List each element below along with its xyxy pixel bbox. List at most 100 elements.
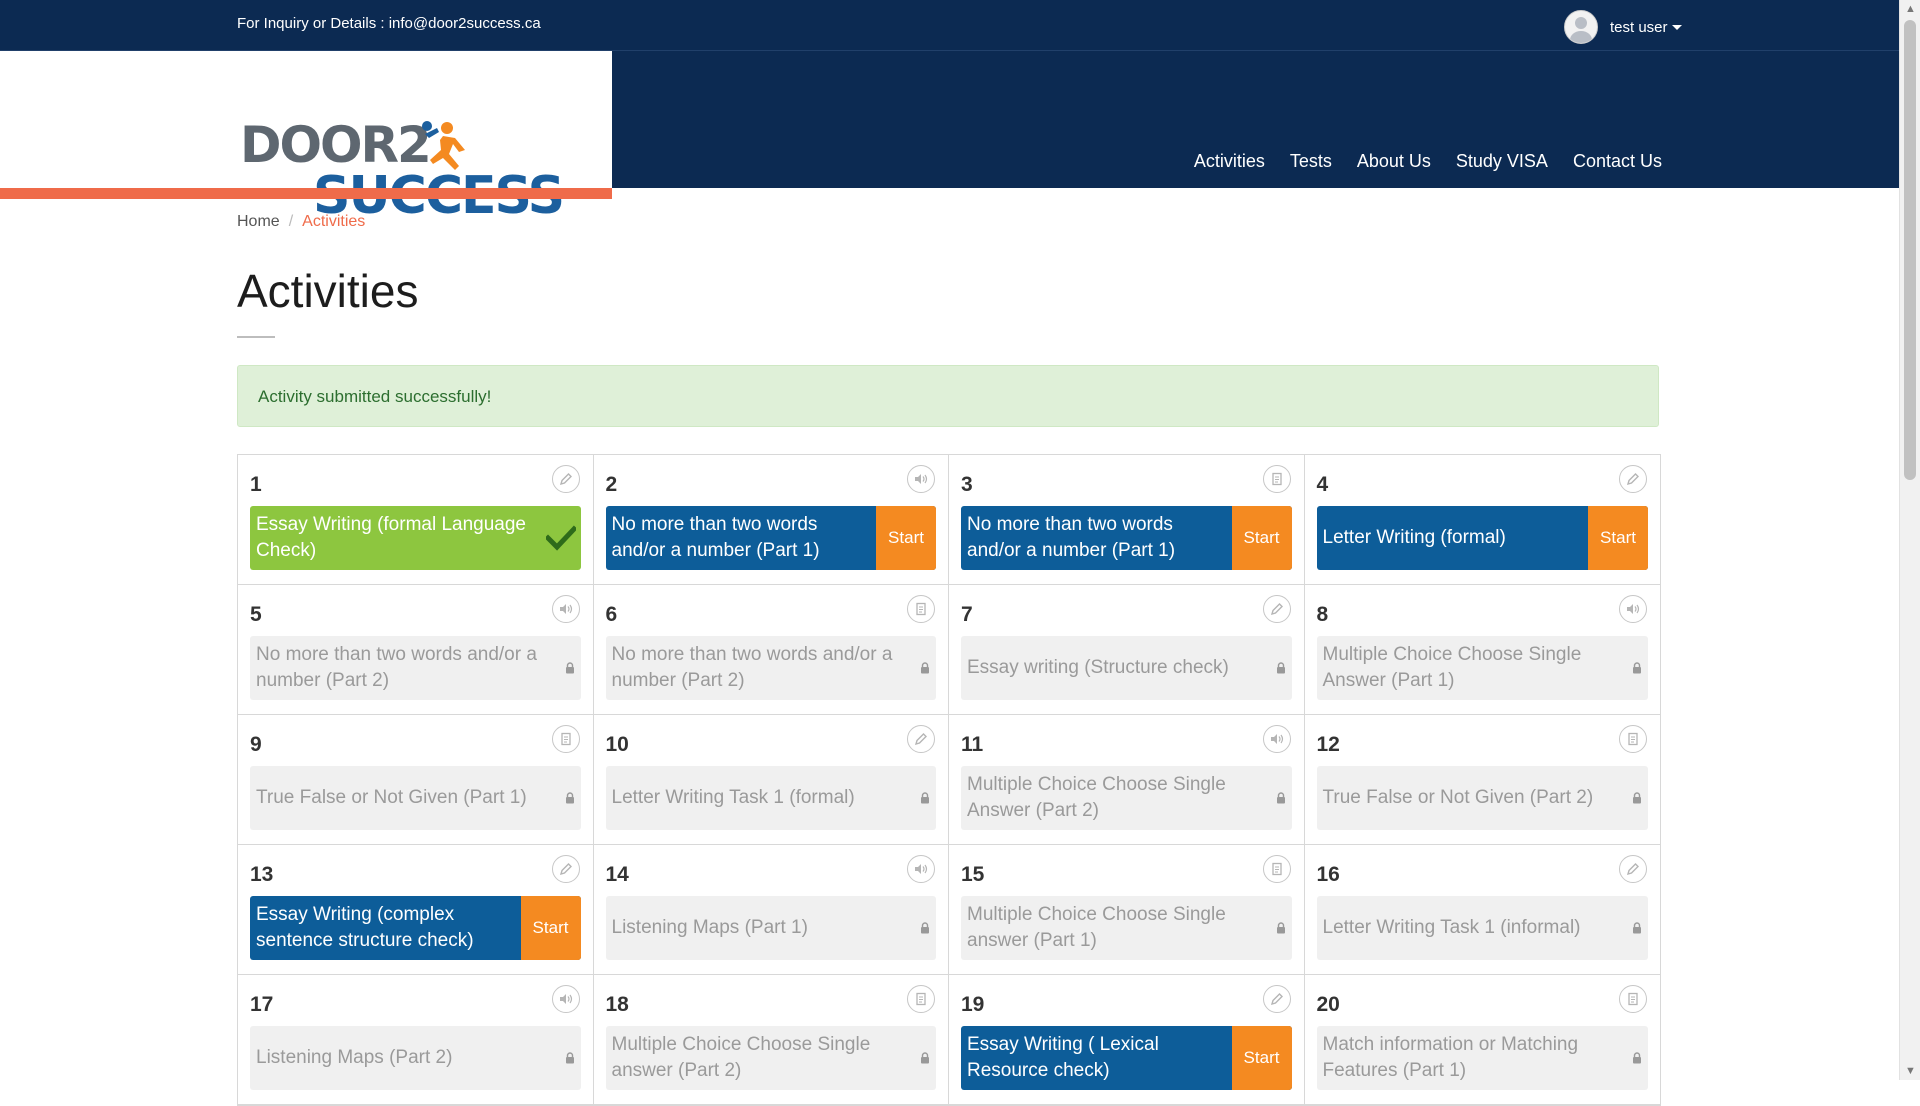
activity-title: Essay Writing ( Lexical Resource check) <box>967 1034 1159 1081</box>
activity-title: Letter Writing Task 1 (informal) <box>1322 917 1581 938</box>
main-nav: Activities Tests About Us Study VISA Con… <box>1169 151 1662 172</box>
activity-card[interactable]: Essay Writing ( Lexical Resource check) S… <box>961 1026 1292 1090</box>
scrollbar-thumb[interactable] <box>1904 20 1916 480</box>
activity-cell: 13 Essay Writing (complex sentence struct… <box>238 845 594 975</box>
lock-icon <box>914 922 936 934</box>
lock-icon <box>1626 922 1648 934</box>
lock-icon <box>914 1052 936 1064</box>
speaker-icon <box>551 985 580 1013</box>
activity-cell: 3 No more than two words and/or a number … <box>949 455 1305 585</box>
activity-number: 18 <box>605 993 629 1016</box>
activity-card[interactable]: Essay Writing (formal Language Check) <box>250 506 581 570</box>
activity-title: Letter Writing (formal) <box>1322 527 1506 548</box>
activity-cell: 20 Match information or Matching Features… <box>1304 975 1660 1105</box>
activity-card: True False or Not Given (Part 1) <box>250 766 581 830</box>
activity-cell: 15 Multiple Choice Choose Single answer (… <box>949 845 1305 975</box>
scroll-down-icon[interactable]: ▼ <box>1905 1065 1916 1077</box>
pencil-icon <box>551 855 580 883</box>
page-title: Activities <box>237 265 419 317</box>
user-menu[interactable]: test user <box>1564 10 1682 44</box>
activity-cell: 6 No more than two words and/or a number … <box>593 585 949 715</box>
activity-title: Multiple Choice Choose Single Answer (Pa… <box>967 774 1226 821</box>
nav-contact-us[interactable]: Contact Us <box>1573 151 1662 172</box>
scrollbar[interactable]: ▲ ▼ <box>1899 0 1920 1080</box>
activity-cell: 7 Essay writing (Structure check) <box>949 585 1305 715</box>
activity-card: No more than two words and/or a number (… <box>250 636 581 700</box>
activity-card[interactable]: No more than two words and/or a number (… <box>605 506 936 570</box>
activity-title: Multiple Choice Choose Single answer (Pa… <box>611 1034 871 1081</box>
nav-study-visa[interactable]: Study VISA <box>1456 151 1548 172</box>
pencil-icon <box>1619 855 1647 883</box>
activity-card: Letter Writing Task 1 (informal) <box>1316 896 1648 960</box>
speaker-icon <box>907 855 935 883</box>
start-button[interactable]: Start <box>1588 506 1648 570</box>
logo[interactable]: DOOR2 SUCCESS <box>240 116 570 226</box>
activity-card: No more than two words and/or a number (… <box>605 636 936 700</box>
activity-number: 15 <box>961 863 985 886</box>
activity-cell: 4 Letter Writing (formal) Start <box>1304 455 1660 585</box>
activity-number: 4 <box>1316 473 1329 496</box>
lock-icon <box>1270 922 1292 934</box>
lock-icon <box>1626 792 1648 804</box>
activity-card: Multiple Choice Choose Single answer (Pa… <box>605 1026 936 1090</box>
nav-activities[interactable]: Activities <box>1194 151 1265 172</box>
document-icon <box>1619 725 1647 753</box>
activity-number: 17 <box>250 993 274 1016</box>
activity-title: No more than two words and/or a number (… <box>256 644 537 691</box>
activity-card: Letter Writing Task 1 (formal) <box>605 766 936 830</box>
inquiry-text: For Inquiry or Details : info@door2succe… <box>237 15 541 32</box>
activity-title: Multiple Choice Choose Single answer (Pa… <box>967 904 1226 951</box>
activity-card: Multiple Choice Choose Single answer (Pa… <box>961 896 1292 960</box>
pencil-icon <box>1262 595 1291 623</box>
document-icon <box>1262 465 1291 493</box>
speaker-icon <box>1619 595 1647 623</box>
nav-about-us[interactable]: About Us <box>1357 151 1431 172</box>
scroll-up-icon[interactable]: ▲ <box>1905 3 1916 15</box>
document-icon <box>907 985 935 1013</box>
breadcrumb-home[interactable]: Home <box>237 213 280 230</box>
document-icon <box>551 725 580 753</box>
start-button[interactable]: Start <box>520 896 581 960</box>
activity-card: Match information or Matching Features (… <box>1316 1026 1648 1090</box>
activity-cell: 16 Letter Writing Task 1 (informal) <box>1304 845 1660 975</box>
activity-card: Essay writing (Structure check) <box>961 636 1292 700</box>
top-bar: For Inquiry or Details : info@door2succe… <box>0 0 1900 51</box>
activity-number: 9 <box>250 733 262 756</box>
user-name: test user <box>1610 18 1668 36</box>
activity-number: 3 <box>961 473 973 496</box>
activity-cell: 11 Multiple Choice Choose Single Answer (… <box>949 715 1305 845</box>
title-underline <box>237 336 275 338</box>
checkmark-icon <box>541 525 581 551</box>
activity-card[interactable]: Essay Writing (complex sentence structur… <box>250 896 581 960</box>
caret-down-icon <box>1671 24 1682 30</box>
activity-cell: 12 True False or Not Given (Part 2) <box>1304 715 1660 845</box>
activity-title: Listening Maps (Part 1) <box>611 917 808 938</box>
start-button[interactable]: Start <box>1231 1026 1292 1090</box>
activity-number: 5 <box>250 603 262 626</box>
activity-number: 1 <box>250 473 262 496</box>
nav-tests[interactable]: Tests <box>1290 151 1332 172</box>
activity-cell: 5 No more than two words and/or a number … <box>238 585 594 715</box>
activity-title: Letter Writing Task 1 (formal) <box>611 787 855 808</box>
activity-number: 6 <box>605 603 618 626</box>
activity-number: 11 <box>961 733 984 756</box>
activity-cell: 1 Essay Writing (formal Language Check) <box>238 455 594 585</box>
activity-title: Match information or Matching Features (… <box>1322 1034 1579 1081</box>
activity-title: Multiple Choice Choose Single Answer (Pa… <box>1322 644 1582 691</box>
activity-number: 19 <box>961 993 985 1016</box>
activity-title: No more than two words and/or a number (… <box>967 514 1176 561</box>
activity-card[interactable]: No more than two words and/or a number (… <box>961 506 1292 570</box>
document-icon <box>1262 855 1291 883</box>
lock-icon <box>559 1052 581 1064</box>
avatar-icon <box>1564 10 1598 44</box>
activity-title: Essay Writing (complex sentence structur… <box>256 904 474 951</box>
lock-icon <box>1626 662 1648 674</box>
start-button[interactable]: Start <box>876 506 936 570</box>
speaker-icon <box>1262 725 1291 753</box>
activity-number: 8 <box>1316 603 1329 626</box>
activity-card[interactable]: Letter Writing (formal) Start <box>1316 506 1648 570</box>
runner-icon <box>422 121 465 170</box>
activity-number: 13 <box>250 863 274 886</box>
start-button[interactable]: Start <box>1231 506 1292 570</box>
breadcrumb-current: Activities <box>302 213 366 230</box>
